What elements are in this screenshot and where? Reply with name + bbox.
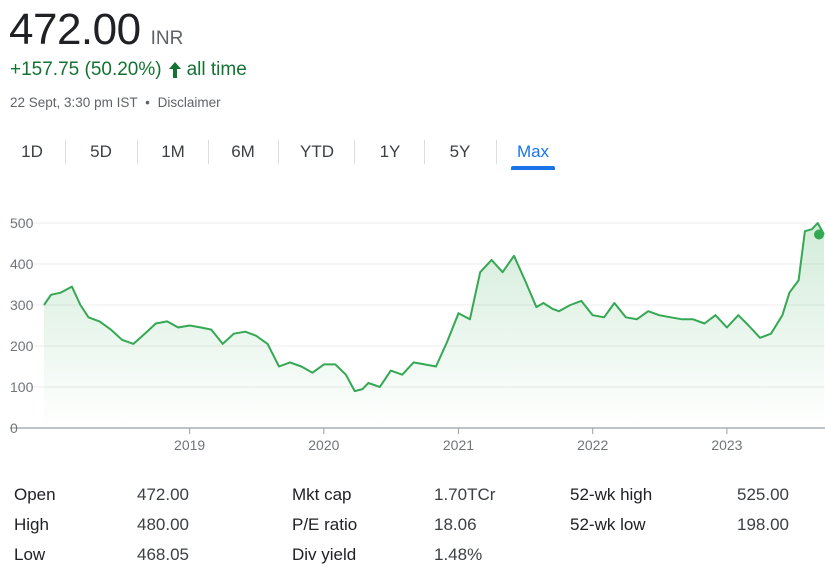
tab-1d[interactable]: 1D xyxy=(9,136,55,168)
x-tick-label: 2019 xyxy=(174,437,205,453)
x-tick-label: 2021 xyxy=(443,437,474,453)
stat-label-div-yield: Div yield xyxy=(292,545,357,564)
y-tick-label: 200 xyxy=(10,338,34,354)
stat-label-low: Low xyxy=(14,545,46,564)
currency-code: INR xyxy=(150,28,184,49)
price-header: 472.00 INR xyxy=(9,4,183,56)
change-period: all time xyxy=(186,59,247,80)
price-area xyxy=(44,223,824,428)
tab-5y[interactable]: 5Y xyxy=(436,136,484,168)
x-tick-label: 2023 xyxy=(711,437,742,453)
tab-6m[interactable]: 6M xyxy=(219,136,267,168)
key-stats: Open 472.00 High 480.00 Low 468.05 Mkt c… xyxy=(0,480,825,566)
tab-max[interactable]: Max xyxy=(507,136,559,168)
stat-label-52wk-low: 52-wk low xyxy=(570,515,646,534)
tab-ytd[interactable]: YTD xyxy=(290,136,344,168)
tab-5d[interactable]: 5D xyxy=(77,136,125,168)
stat-value-low: 468.05 xyxy=(137,545,189,564)
current-price-marker xyxy=(814,229,824,240)
tab-1m[interactable]: 1M xyxy=(149,136,197,168)
y-tick-label: 400 xyxy=(10,256,34,272)
y-tick-label: 100 xyxy=(10,379,34,395)
stat-label-open: Open xyxy=(14,485,56,504)
arrow-up-icon xyxy=(168,61,182,79)
change-value: +157.75 (50.20%) xyxy=(10,59,162,80)
tab-divider xyxy=(137,140,138,164)
y-tick-label: 300 xyxy=(10,297,34,313)
stat-value-pe-ratio: 18.06 xyxy=(434,515,477,534)
disclaimer-link[interactable]: Disclaimer xyxy=(158,95,221,110)
stat-label-52wk-high: 52-wk high xyxy=(570,485,653,504)
tab-divider xyxy=(354,140,355,164)
tab-1y[interactable]: 1Y xyxy=(366,136,414,168)
x-tick-label: 2022 xyxy=(577,437,608,453)
y-tick-label: 500 xyxy=(10,215,34,231)
separator-dot: • xyxy=(145,95,150,110)
range-tabs: 1D 5D 1M 6M YTD 1Y 5Y Max xyxy=(0,136,580,172)
price-chart[interactable]: 0 100 200 300 400 500 2019 2020 2021 2022 2023 xyxy=(0,206,825,466)
quote-meta: 22 Sept, 3:30 pm IST • Disclaimer xyxy=(10,95,221,110)
stat-value-52wk-low: 198.00 xyxy=(737,515,789,534)
active-tab-indicator xyxy=(511,166,555,170)
stat-value-mkt-cap: 1.70TCr xyxy=(434,485,496,504)
stat-value-high: 480.00 xyxy=(137,515,189,534)
tab-divider xyxy=(496,140,497,164)
x-tick-label: 2020 xyxy=(308,437,339,453)
stat-label-mkt-cap: Mkt cap xyxy=(292,485,352,504)
tab-divider xyxy=(278,140,279,164)
tab-divider xyxy=(208,140,209,164)
stat-label-high: High xyxy=(14,515,49,534)
price-change: +157.75 (50.20%) all time xyxy=(10,59,247,81)
current-price: 472.00 xyxy=(9,5,141,54)
stat-value-div-yield: 1.48% xyxy=(434,545,483,564)
y-tick-label: 0 xyxy=(10,420,18,436)
tab-divider xyxy=(65,140,66,164)
timestamp: 22 Sept, 3:30 pm IST xyxy=(10,95,138,110)
stat-label-pe-ratio: P/E ratio xyxy=(292,515,358,534)
stat-value-open: 472.00 xyxy=(137,485,189,504)
stat-value-52wk-high: 525.00 xyxy=(737,485,789,504)
tab-divider xyxy=(424,140,425,164)
